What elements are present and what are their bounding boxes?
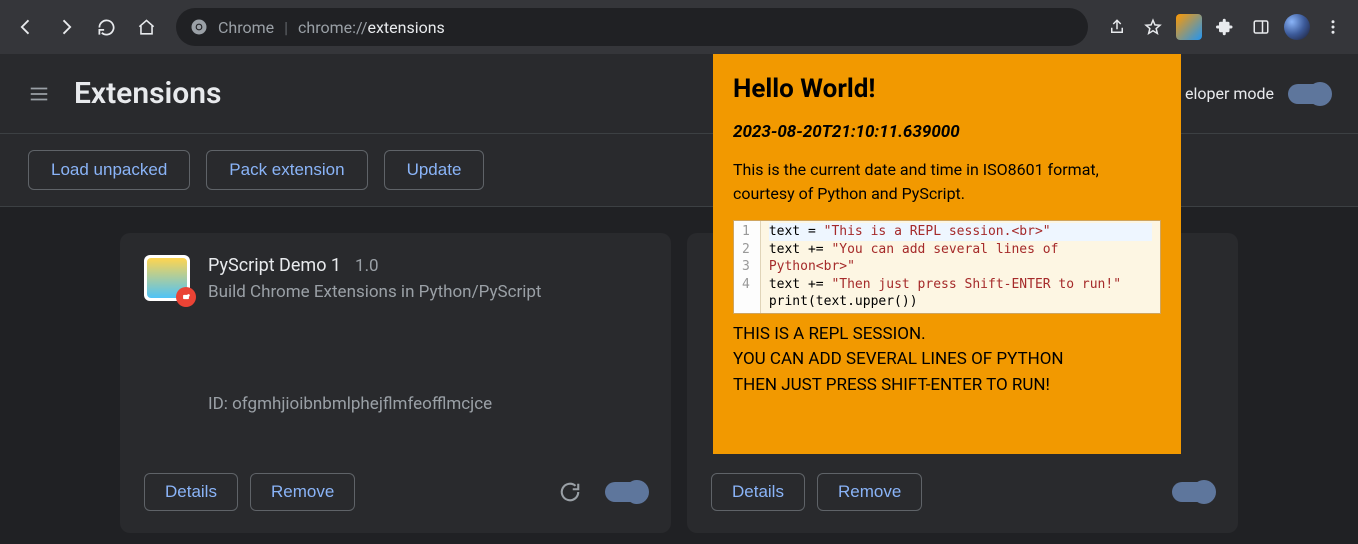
browser-toolbar: Chrome | chrome://extensions <box>0 0 1358 54</box>
load-unpacked-button[interactable]: Load unpacked <box>28 150 190 190</box>
menu-icon[interactable] <box>1316 10 1350 44</box>
repl-output: THIS IS A REPL SESSION. YOU CAN ADD SEVE… <box>733 322 1161 399</box>
omnibox-product: Chrome <box>218 18 274 37</box>
remove-button[interactable]: Remove <box>250 473 355 511</box>
chrome-icon <box>190 18 208 36</box>
back-button[interactable] <box>8 9 44 45</box>
extension-description: Build Chrome Extensions in Python/PyScri… <box>208 282 647 302</box>
crashed-icon <box>176 287 196 307</box>
browser-toolbar-right <box>1100 10 1350 44</box>
developer-mode-toggle[interactable] <box>1288 84 1330 104</box>
reload-button[interactable] <box>88 9 124 45</box>
extensions-icon[interactable] <box>1208 10 1242 44</box>
home-button[interactable] <box>128 9 164 45</box>
share-icon[interactable] <box>1100 10 1134 44</box>
omnibox-url-prefix: chrome:// <box>298 18 367 37</box>
popup-timestamp: 2023-08-20T21:10:11.639000 <box>733 122 1161 142</box>
code-gutter: 1 2 3 4 <box>734 221 761 313</box>
extension-popup: Hello World! 2023-08-20T21:10:11.639000 … <box>713 54 1181 454</box>
extension-toggle[interactable] <box>1172 482 1214 502</box>
repl-editor[interactable]: 1 2 3 4 text = "This is a REPL session.<… <box>733 220 1161 314</box>
page-title: Extensions <box>74 76 221 111</box>
reload-extension-icon[interactable] <box>559 481 581 503</box>
update-button[interactable]: Update <box>384 150 485 190</box>
details-button[interactable]: Details <box>144 473 238 511</box>
popup-body: This is the current date and time in ISO… <box>733 158 1161 206</box>
bookmark-icon[interactable] <box>1136 10 1170 44</box>
profile-avatar[interactable] <box>1280 10 1314 44</box>
sidepanel-icon[interactable] <box>1244 10 1278 44</box>
code-lines: text = "This is a REPL session.<br>" tex… <box>761 221 1160 313</box>
popup-title: Hello World! <box>733 74 1161 104</box>
extension-card: PyScript Demo 1 1.0 Build Chrome Extensi… <box>120 233 671 533</box>
omnibox-separator: | <box>284 18 288 37</box>
extension-toggle[interactable] <box>605 482 647 502</box>
remove-button[interactable]: Remove <box>817 473 922 511</box>
extension-icon <box>144 255 190 301</box>
extension-id: ID: ofgmhjioibnbmlphejflmfeofflmcjce <box>208 394 647 414</box>
extension-name: PyScript Demo 1 <box>208 255 341 276</box>
forward-button[interactable] <box>48 9 84 45</box>
developer-mode: eloper mode <box>1185 84 1330 104</box>
details-button[interactable]: Details <box>711 473 805 511</box>
hamburger-icon[interactable] <box>28 83 50 105</box>
extension-badge[interactable] <box>1172 10 1206 44</box>
pack-extension-button[interactable]: Pack extension <box>206 150 367 190</box>
extension-version: 1.0 <box>355 256 379 276</box>
developer-mode-label: eloper mode <box>1185 84 1274 103</box>
omnibox-url-path: extensions <box>367 18 444 37</box>
address-bar[interactable]: Chrome | chrome://extensions <box>176 8 1088 46</box>
